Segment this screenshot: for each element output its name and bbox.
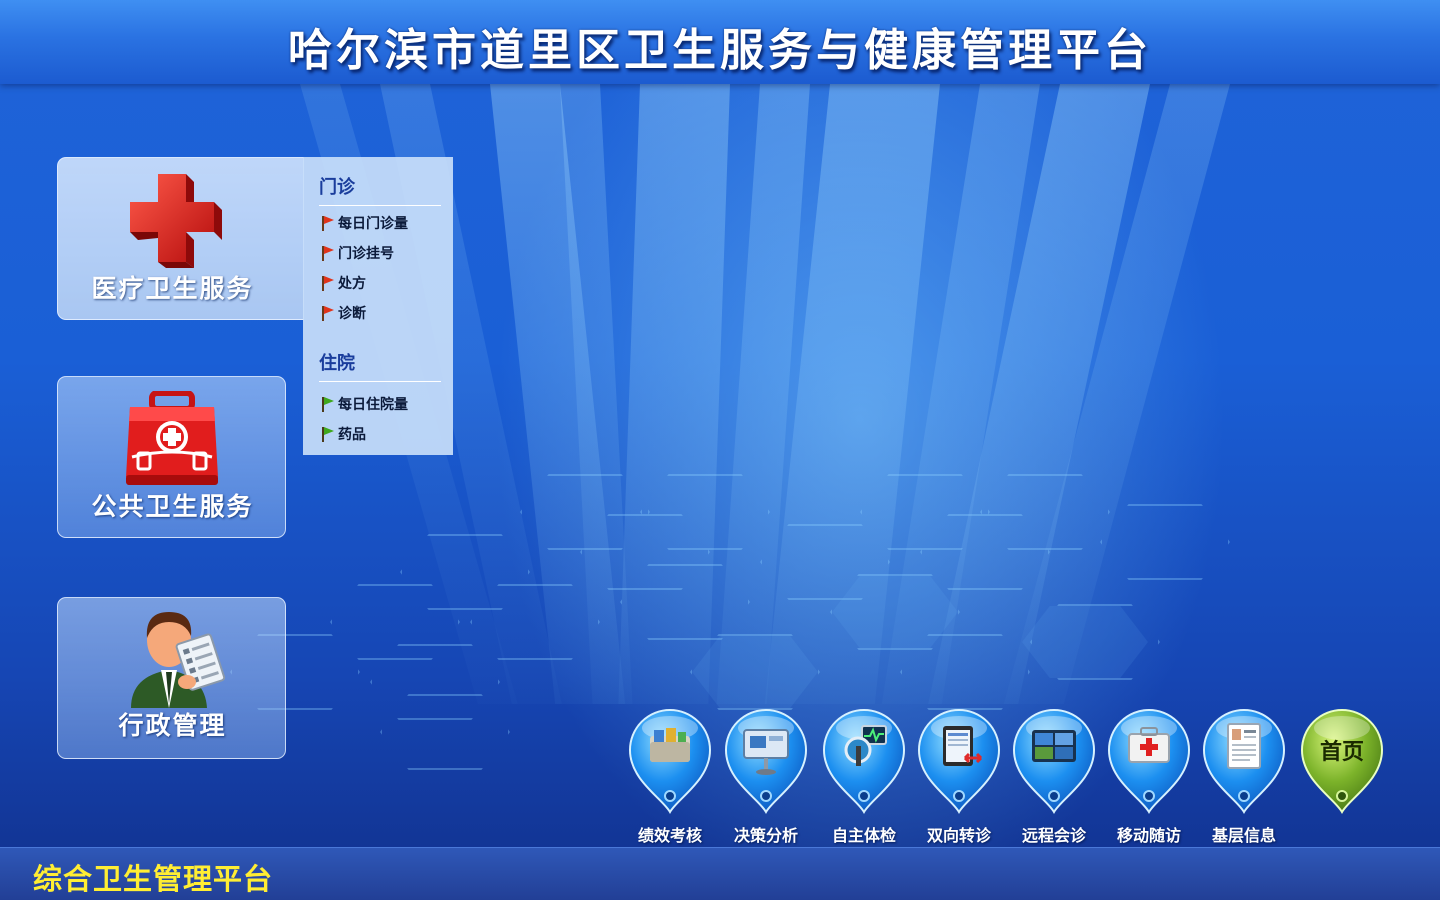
dock-item-label: 决策分析 — [733, 826, 798, 845]
menu-card-label: 行政管理 — [118, 711, 227, 740]
dock-item-4[interactable]: 远程会诊 — [1006, 706, 1102, 846]
dock-item-0[interactable]: 绩效考核 — [622, 706, 718, 846]
submenu-item-medicine[interactable]: 药品 — [321, 424, 366, 444]
performance-folder-icon — [628, 709, 712, 814]
menu-card-public-health[interactable]: 公共卫生服务 — [57, 376, 286, 538]
dock-item-2[interactable]: 自主体检 — [816, 706, 912, 846]
submenu-item-diagnosis[interactable]: 诊断 — [321, 303, 366, 323]
submenu-item-label: 门诊挂号 — [338, 246, 394, 262]
green-flag-icon — [322, 397, 334, 412]
resume-document-icon — [1202, 709, 1286, 814]
dock-item-label: 远程会诊 — [1021, 826, 1086, 845]
red-flag-icon — [322, 246, 334, 261]
dock-item-label: 基层信息 — [1211, 826, 1276, 845]
dock-item-label: 双向转诊 — [926, 826, 991, 845]
home-button-label: 首页 — [1319, 740, 1364, 765]
dock-item-label: 自主体检 — [831, 826, 896, 845]
menu-card-label: 公共卫生服务 — [91, 492, 254, 521]
red-flag-icon — [322, 276, 334, 291]
submenu-item-label: 药品 — [338, 427, 366, 443]
dock-item-3[interactable]: 双向转诊 — [911, 706, 1007, 846]
submenu-section-inpatient: 住院 — [319, 349, 441, 382]
submenu-item-daily-outpatient[interactable]: 每日门诊量 — [321, 213, 408, 233]
submenu-section-outpatient: 门诊 — [319, 173, 441, 206]
dock-item-1[interactable]: 决策分析 — [718, 706, 814, 846]
green-flag-icon — [322, 427, 334, 442]
header-bar: 哈尔滨市道里区卫生服务与健康管理平台 — [0, 0, 1440, 84]
administrator-icon — [117, 608, 227, 712]
footer-title: 综合卫生管理平台 — [33, 862, 274, 896]
submenu-item-label: 诊断 — [338, 306, 366, 322]
footer-bar: 综合卫生管理平台 — [0, 847, 1440, 900]
health-monitor-icon — [822, 709, 906, 814]
referral-tablet-icon — [917, 709, 1001, 814]
dock-item-6[interactable]: 基层信息 — [1196, 706, 1292, 846]
dock-item-label: 绩效考核 — [637, 826, 702, 845]
first-aid-case-icon — [1107, 709, 1191, 814]
menu-card-medical-service[interactable]: 医疗卫生服务 — [57, 157, 304, 320]
submenu-item-label: 处方 — [338, 276, 366, 292]
presentation-board-icon — [724, 709, 808, 814]
red-flag-icon — [322, 216, 334, 231]
dock-item-5[interactable]: 移动随访 — [1101, 706, 1197, 846]
medical-kit-icon — [122, 390, 222, 493]
submenu-panel: 门诊 每日门诊量 门诊挂号 处方 诊断 住院 每日住院量 药品 — [303, 157, 453, 455]
submenu-item-label: 每日门诊量 — [338, 216, 408, 232]
page-title: 哈尔滨市道里区卫生服务与健康管理平台 — [288, 25, 1152, 76]
submenu-item-registration[interactable]: 门诊挂号 — [321, 243, 394, 263]
home-button[interactable]: 首页 — [1294, 706, 1390, 846]
submenu-item-prescription[interactable]: 处方 — [321, 273, 366, 293]
menu-card-administration[interactable]: 行政管理 — [57, 597, 286, 759]
red-cross-icon — [122, 172, 222, 272]
submenu-item-daily-inpatient[interactable]: 每日住院量 — [321, 394, 408, 414]
submenu-item-label: 每日住院量 — [338, 397, 408, 413]
dock-item-label: 移动随访 — [1116, 826, 1181, 845]
menu-card-label: 医疗卫生服务 — [91, 274, 254, 303]
red-flag-icon — [322, 306, 334, 321]
remote-consultation-icon — [1012, 709, 1096, 814]
